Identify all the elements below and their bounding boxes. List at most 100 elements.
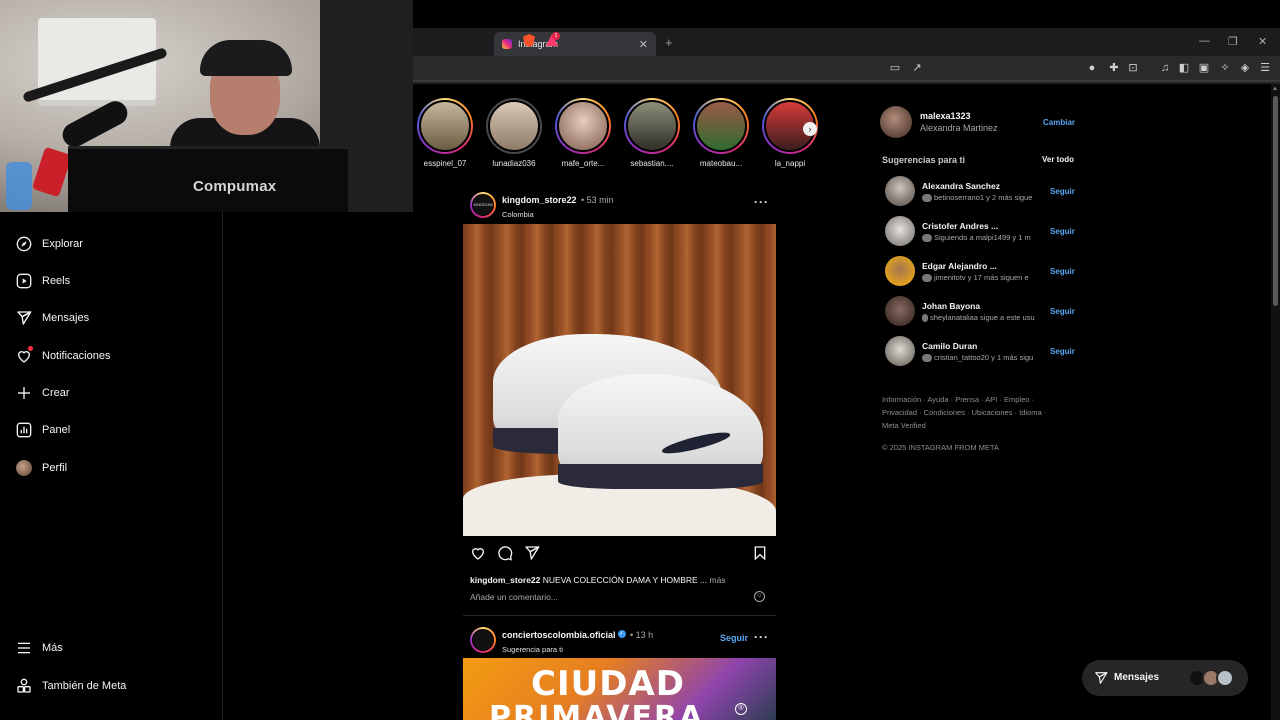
sidebar-toggle-icon[interactable]: ◧ bbox=[1178, 62, 1190, 74]
reels-icon bbox=[16, 273, 32, 289]
follow-button[interactable]: Seguir bbox=[720, 633, 748, 643]
post-avatar[interactable]: KINGDOM bbox=[470, 191, 496, 218]
post-avatar-logo bbox=[472, 628, 494, 651]
comment-input[interactable]: Añade un comentario... bbox=[470, 592, 558, 602]
story-avatar bbox=[419, 100, 471, 152]
story-item[interactable]: mateobau... bbox=[691, 98, 751, 168]
post-location[interactable]: Colombia bbox=[502, 210, 614, 219]
restore-button[interactable]: ❐ bbox=[1228, 35, 1238, 48]
emoji-icon[interactable]: ☺ bbox=[754, 591, 765, 602]
post-image[interactable]: CIUDAD PRIMAVERA ® bbox=[463, 658, 776, 720]
story-ring bbox=[555, 98, 611, 154]
scrollbar-thumb[interactable] bbox=[1273, 96, 1278, 306]
browser-tab-instagram[interactable]: Instagram ✕ bbox=[494, 32, 656, 56]
avatar[interactable] bbox=[880, 106, 912, 138]
see-all-link[interactable]: Ver todo bbox=[1042, 155, 1074, 164]
wallet-icon[interactable]: ▣ bbox=[1198, 62, 1210, 74]
current-username[interactable]: malexa1323 bbox=[920, 111, 971, 121]
avatar[interactable] bbox=[885, 176, 915, 206]
post-username[interactable]: conciertoscolombia.oficial bbox=[502, 630, 616, 640]
stories-next-chevron-icon[interactable]: › bbox=[803, 122, 817, 136]
page-scrollbar[interactable]: ▲ bbox=[1271, 84, 1280, 720]
sidebar-item-mensajes[interactable]: Mensajes bbox=[16, 310, 89, 326]
sidebar-item-notificaciones[interactable]: Notificaciones bbox=[16, 346, 110, 364]
browser-chrome: Instagram ✕ + — ❐ ✕ ▭ ↗ ● ✚ ⊡ ♫ ◧ ▣ ✧ ◈ … bbox=[413, 28, 1280, 84]
post-image[interactable] bbox=[463, 224, 776, 536]
messages-floating-button[interactable]: Mensajes bbox=[1082, 660, 1248, 696]
post-image-sole bbox=[558, 463, 763, 489]
footer-links-line[interactable]: Información · Ayuda · Prensa · API · Emp… bbox=[882, 393, 1062, 406]
scroll-up-icon[interactable]: ▲ bbox=[1272, 86, 1278, 92]
tab-search-icon[interactable]: ⊡ bbox=[1127, 62, 1139, 74]
share-plane-icon[interactable] bbox=[524, 545, 540, 561]
post-meta: conciertoscolombia.oficial ✓ • 13 h Suger… bbox=[502, 625, 653, 654]
screen-cast-icon[interactable]: ▭ bbox=[889, 62, 901, 74]
story-ring bbox=[624, 98, 680, 154]
avatar[interactable] bbox=[885, 256, 915, 286]
post-options-icon[interactable]: ··· bbox=[754, 630, 769, 644]
sidebar-item-panel[interactable]: Panel bbox=[16, 422, 70, 438]
bookmark-icon[interactable] bbox=[752, 545, 768, 561]
tab-strip: Instagram ✕ + — ❐ ✕ bbox=[413, 28, 1280, 56]
story-item[interactable]: lunadiaz036 bbox=[484, 98, 544, 168]
sidebar-item-label: Explorar bbox=[42, 238, 83, 250]
sidebar-item-tambien-de-meta[interactable]: También de Meta bbox=[16, 678, 126, 694]
suggestion-context: cristian_tattoo20 y 1 más sigu bbox=[922, 353, 1044, 363]
sidebar-item-explorar[interactable]: Explorar bbox=[16, 236, 83, 252]
story-item[interactable]: mafe_orte... bbox=[553, 98, 613, 168]
follow-button[interactable]: Seguir bbox=[1050, 347, 1075, 356]
caption-more-link[interactable]: más bbox=[710, 575, 726, 585]
avatar[interactable] bbox=[885, 216, 915, 246]
caption-username[interactable]: kingdom_store22 bbox=[470, 575, 540, 585]
close-window-button[interactable]: ✕ bbox=[1258, 35, 1267, 48]
suggestion-name[interactable]: Camilo Duran bbox=[922, 341, 977, 351]
extensions-puzzle-icon[interactable]: ✚ bbox=[1108, 62, 1120, 74]
mutual-avatars bbox=[922, 354, 932, 363]
minimize-button[interactable]: — bbox=[1199, 35, 1210, 47]
avatar[interactable] bbox=[885, 336, 915, 366]
media-music-icon[interactable]: ♫ bbox=[1159, 62, 1171, 74]
sidebar-item-label: Más bbox=[42, 642, 63, 654]
follow-button[interactable]: Seguir bbox=[1050, 187, 1075, 196]
vpn-shield-icon[interactable]: ◈ bbox=[1239, 62, 1251, 74]
new-tab-button[interactable]: + bbox=[665, 35, 673, 50]
share-icon[interactable]: ↗ bbox=[911, 62, 923, 74]
browser-menu-icon[interactable]: ☰ bbox=[1259, 62, 1271, 74]
post-divider bbox=[463, 615, 776, 616]
footer-links: Información · Ayuda · Prensa · API · Emp… bbox=[882, 393, 1062, 432]
post-avatar[interactable] bbox=[470, 626, 496, 653]
suggestion-context: jimenitotv y 17 más siguen e bbox=[922, 273, 1044, 283]
footer-links-line[interactable]: Meta Verified bbox=[882, 419, 1062, 432]
webcam-person-cap bbox=[200, 40, 292, 76]
suggestion-context: Siguiendo a malpi1499 y 1 m bbox=[922, 233, 1044, 243]
avatar bbox=[1216, 669, 1234, 687]
follow-button[interactable]: Seguir bbox=[1050, 227, 1075, 236]
switch-account-button[interactable]: Cambiar bbox=[1043, 118, 1075, 127]
footer-links-line[interactable]: Privacidad · Condiciones · Ubicaciones ·… bbox=[882, 406, 1062, 419]
plus-icon bbox=[16, 385, 32, 401]
post-username[interactable]: kingdom_store22 bbox=[502, 195, 577, 205]
post-options-icon[interactable]: ··· bbox=[754, 195, 769, 209]
post-image-swoosh bbox=[660, 428, 731, 458]
sidebar-item-mas[interactable]: Más bbox=[16, 640, 63, 656]
story-item[interactable]: esspinel_07 bbox=[415, 98, 475, 168]
extension-color-icon[interactable]: ● bbox=[1086, 62, 1098, 74]
mutual-avatars bbox=[922, 314, 928, 323]
tab-close-icon[interactable]: ✕ bbox=[639, 38, 648, 51]
sidebar-item-perfil[interactable]: Perfil bbox=[16, 460, 67, 476]
suggestion-name[interactable]: Johan Bayona bbox=[922, 301, 980, 311]
suggestion-name[interactable]: Edgar Alejandro ... bbox=[922, 261, 997, 271]
sidebar-item-label: Reels bbox=[42, 275, 71, 287]
avatar[interactable] bbox=[885, 296, 915, 326]
follow-button[interactable]: Seguir bbox=[1050, 267, 1075, 276]
like-heart-icon[interactable] bbox=[470, 545, 486, 561]
comment-bubble-icon[interactable] bbox=[497, 545, 513, 561]
suggestion-name[interactable]: Alexandra Sanchez bbox=[922, 181, 1000, 191]
sidebar-item-crear[interactable]: Crear bbox=[16, 385, 70, 401]
story-item[interactable]: sebastian.... bbox=[622, 98, 682, 168]
sidebar-item-reels[interactable]: Reels bbox=[16, 273, 70, 289]
follow-button[interactable]: Seguir bbox=[1050, 307, 1075, 316]
leo-ai-icon[interactable]: ✧ bbox=[1219, 62, 1231, 74]
compass-icon bbox=[16, 236, 32, 252]
suggestion-name[interactable]: Cristofer Andres ... bbox=[922, 221, 998, 231]
